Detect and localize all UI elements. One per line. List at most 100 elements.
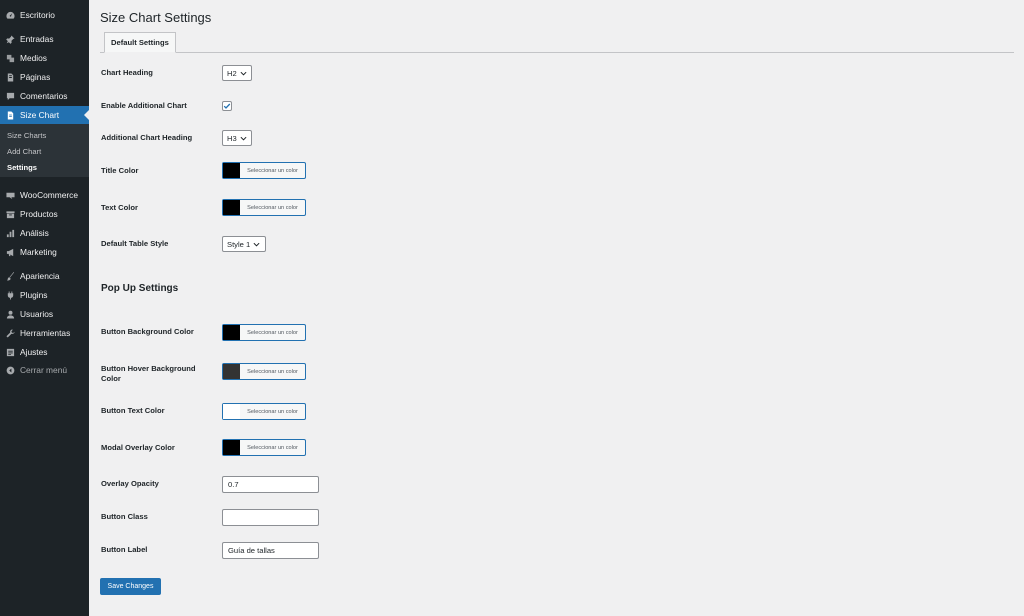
- additional-chart-heading-label: Additional Chart Heading: [101, 133, 193, 142]
- menu-item-label: Comentarios: [20, 91, 68, 101]
- additional-chart-heading-value: H3: [227, 133, 237, 143]
- button-label-label: Button Label: [101, 545, 148, 554]
- menu-item-label: WooCommerce: [20, 190, 79, 200]
- title-color-label: Title Color: [101, 166, 139, 175]
- menu-item-label: Entradas: [20, 34, 54, 44]
- color-swatch: [223, 440, 240, 455]
- modal-overlay-color-picker[interactable]: Seleccionar un color: [222, 439, 306, 456]
- menu-item-analisis[interactable]: Análisis: [0, 224, 89, 242]
- settings-icon: [5, 347, 15, 357]
- checkmark-icon: [223, 103, 231, 109]
- page-title: Size Chart Settings: [100, 10, 212, 25]
- text-color-picker[interactable]: Seleccionar un color: [222, 199, 306, 216]
- button-label-input[interactable]: [222, 542, 319, 559]
- chart-heading-label: Chart Heading: [101, 68, 153, 77]
- label-line: Button Hover Background: [101, 364, 196, 373]
- color-picker-text: Seleccionar un color: [247, 329, 298, 336]
- button-hover-background-color-label: Button Hover Background Color: [101, 364, 196, 384]
- text-color-label: Text Color: [101, 203, 138, 212]
- wrench-icon: [5, 328, 15, 338]
- admin-sidebar: Escritorio Entradas Medios Páginas Comen…: [0, 0, 89, 616]
- chevron-down-icon: [253, 240, 261, 248]
- dashboard-icon: [5, 10, 15, 20]
- brush-icon: [5, 271, 15, 281]
- menu-item-label: Plugins: [20, 290, 48, 300]
- menu-item-label: Size Chart: [20, 110, 60, 120]
- menu-item-label: Análisis: [20, 228, 49, 238]
- woocommerce-icon: [5, 190, 15, 200]
- bar-chart-icon: [5, 228, 15, 238]
- overlay-opacity-label: Overlay Opacity: [101, 479, 159, 488]
- color-picker-text: Seleccionar un color: [247, 444, 298, 451]
- color-swatch: [223, 364, 240, 379]
- menu-item-medios[interactable]: Medios: [0, 49, 89, 67]
- default-table-style-label: Default Table Style: [101, 239, 169, 248]
- title-color-picker[interactable]: Seleccionar un color: [222, 162, 306, 179]
- media-icon: [5, 53, 15, 63]
- collapse-icon: [5, 365, 15, 375]
- pages-icon: [5, 72, 15, 82]
- menu-item-plugins[interactable]: Plugins: [0, 286, 89, 304]
- menu-item-label: Apariencia: [20, 271, 60, 281]
- menu-item-entradas[interactable]: Entradas: [0, 30, 89, 48]
- button-hover-background-color-picker[interactable]: Seleccionar un color: [222, 363, 306, 380]
- pin-icon: [5, 34, 15, 44]
- menu-item-label: Escritorio: [20, 10, 55, 20]
- comments-icon: [5, 91, 15, 101]
- color-picker-text: Seleccionar un color: [247, 204, 298, 211]
- plugin-icon: [5, 290, 15, 300]
- menu-item-label: Cerrar menú: [20, 365, 68, 375]
- menu-item-label: Productos: [20, 209, 58, 219]
- color-swatch: [223, 325, 240, 340]
- color-swatch: [223, 404, 240, 419]
- label-line: Color: [101, 374, 121, 383]
- chevron-down-icon: [240, 134, 248, 142]
- color-swatch: [223, 163, 240, 178]
- chart-heading-value: H2: [227, 68, 237, 78]
- additional-chart-heading-select[interactable]: H3: [222, 130, 252, 146]
- menu-item-label: Usuarios: [20, 309, 54, 319]
- color-picker-text: Seleccionar un color: [247, 167, 298, 174]
- tab-bar: [100, 52, 1014, 53]
- default-table-style-select[interactable]: Style 1: [222, 236, 266, 252]
- user-icon: [5, 309, 15, 319]
- chevron-down-icon: [240, 69, 248, 77]
- menu-item-label: Medios: [20, 53, 47, 63]
- menu-item-woocommerce[interactable]: WooCommerce: [0, 186, 89, 204]
- menu-item-label: Marketing: [20, 247, 57, 257]
- menu-item-usuarios[interactable]: Usuarios: [0, 305, 89, 323]
- button-text-color-label: Button Text Color: [101, 406, 165, 415]
- modal-overlay-color-label: Modal Overlay Color: [101, 443, 175, 452]
- menu-item-marketing[interactable]: Marketing: [0, 243, 89, 261]
- menu-item-paginas[interactable]: Páginas: [0, 68, 89, 86]
- default-table-style-value: Style 1: [227, 239, 251, 249]
- submenu-settings[interactable]: Settings: [7, 163, 37, 172]
- button-class-input[interactable]: [222, 509, 319, 526]
- menu-item-herramientas[interactable]: Herramientas: [0, 324, 89, 342]
- button-class-label: Button Class: [101, 512, 148, 521]
- document-icon: [5, 110, 15, 120]
- submenu-size-charts[interactable]: Size Charts: [7, 131, 46, 140]
- menu-item-escritorio[interactable]: Escritorio: [0, 6, 89, 24]
- menu-item-apariencia[interactable]: Apariencia: [0, 267, 89, 285]
- color-picker-text: Seleccionar un color: [247, 368, 298, 375]
- menu-item-comentarios[interactable]: Comentarios: [0, 87, 89, 105]
- menu-item-cerrar-menu[interactable]: Cerrar menú: [0, 361, 89, 379]
- chart-heading-select[interactable]: H2: [222, 65, 252, 81]
- color-picker-text: Seleccionar un color: [247, 408, 298, 415]
- menu-item-label: Herramientas: [20, 328, 71, 338]
- megaphone-icon: [5, 247, 15, 257]
- archive-icon: [5, 209, 15, 219]
- button-background-color-picker[interactable]: Seleccionar un color: [222, 324, 306, 341]
- menu-item-productos[interactable]: Productos: [0, 205, 89, 223]
- save-changes-button[interactable]: Save Changes: [100, 578, 161, 595]
- enable-additional-chart-checkbox[interactable]: [222, 101, 232, 111]
- submenu-add-chart[interactable]: Add Chart: [7, 147, 41, 156]
- overlay-opacity-input[interactable]: [222, 476, 319, 493]
- menu-item-size-chart[interactable]: Size Chart: [0, 106, 89, 124]
- tab-default-settings[interactable]: Default Settings: [104, 32, 176, 53]
- button-background-color-label: Button Background Color: [101, 327, 194, 336]
- button-text-color-picker[interactable]: Seleccionar un color: [222, 403, 306, 420]
- menu-item-label: Ajustes: [20, 347, 48, 357]
- menu-item-ajustes[interactable]: Ajustes: [0, 343, 89, 361]
